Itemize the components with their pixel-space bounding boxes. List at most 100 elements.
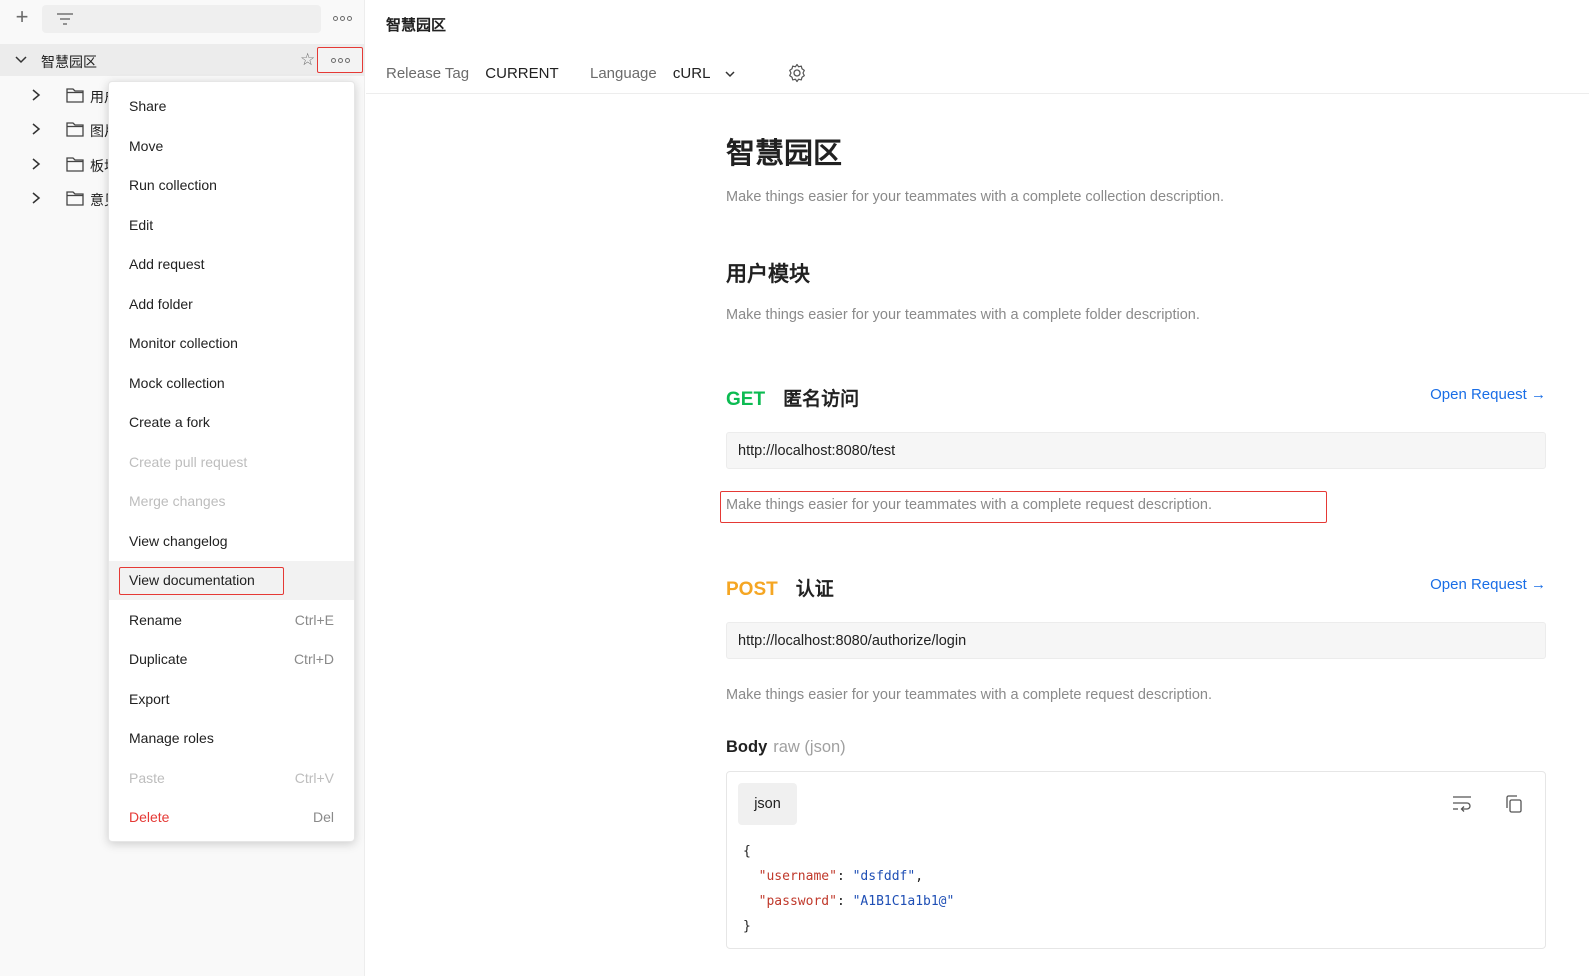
menu-item-paste: Paste Ctrl+V [109,759,354,798]
menu-item-shortcut: Ctrl+E [294,611,334,628]
menu-item-label: Delete [129,809,170,825]
menu-item-label: Monitor collection [129,335,238,351]
star-icon[interactable]: ☆ [300,51,315,68]
wrap-lines-icon[interactable] [1452,794,1472,812]
menu-item-label: Create a fork [129,414,210,430]
menu-item-mock-collection[interactable]: Mock collection [109,364,354,403]
folder-icon [66,88,84,103]
request-url-text: http://localhost:8080/test [738,443,896,459]
menu-item-rename[interactable]: Rename Ctrl+E [109,601,354,640]
code-content: { "username": "dsfddf", "password": "A1B… [743,844,955,934]
menu-item-manage-roles[interactable]: Manage roles [109,719,354,758]
context-menu: Share Move Run collection Edit Add request Ad… [108,81,355,842]
folder-name: 用户模块 [90,89,108,105]
gear-icon[interactable] [787,63,807,83]
doc-title: 智慧园区 [726,138,843,170]
menu-item-label: Run collection [129,177,217,193]
method-badge: POST [726,579,778,600]
language-value[interactable]: cURL [673,65,710,82]
filter-input[interactable] [42,5,321,33]
highlight-annotation [119,567,284,595]
menu-item-delete[interactable]: Delete Del [109,798,354,837]
menu-item-add-request[interactable]: Add request [109,245,354,284]
menu-item-add-folder[interactable]: Add folder [109,285,354,324]
request-heading: POST 认证 [726,574,834,601]
release-tag-label: Release Tag [386,65,470,82]
sidebar-more-icon[interactable] [329,10,355,26]
menu-item-label: Merge changes [129,493,226,509]
menu-item-label: Rename [129,611,182,628]
sidebar-folder-row[interactable]: 意见 [0,182,110,214]
sidebar-folder-row[interactable]: 板块 [0,148,110,180]
menu-item-label: Move [129,137,164,154]
menu-item-move[interactable]: Move [109,127,354,166]
request-heading: GET 匿名访问 [726,384,859,411]
menu-item-label: Paste [129,769,165,786]
request-name: 匿名访问 [783,389,860,410]
menu-item-label: Add request [129,256,205,272]
chevron-right-icon[interactable] [30,89,42,101]
menu-item-label: Mock collection [129,374,225,391]
request-url: http://localhost:8080/authorize/login [726,622,1546,659]
collection-row[interactable]: 智慧园区 ☆ [0,44,365,76]
chevron-down-icon[interactable] [14,53,28,67]
body-title: Body [726,738,768,756]
main-panel: 智慧园区 Release Tag CURRENT Language cURL 智… [366,0,1589,976]
highlight-annotation [720,491,1327,523]
sidebar-folder-row[interactable]: 用户模块 [0,79,110,111]
open-request-link[interactable]: Open Request → [1430,576,1546,593]
folder-icon [66,191,84,206]
page-title: 智慧园区 [386,17,447,34]
menu-item-run-collection[interactable]: Run collection [109,166,354,205]
folder-name: 图片 [90,123,108,139]
menu-item-create-pull-request: Create pull request [109,443,354,482]
json-tab[interactable]: json [738,783,797,825]
request-url: http://localhost:8080/test [726,432,1546,469]
copy-icon[interactable] [1504,794,1524,814]
menu-item-duplicate[interactable]: Duplicate Ctrl+D [109,640,354,679]
menu-item-label: Export [129,690,170,707]
menu-item-create-a-fork[interactable]: Create a fork [109,403,354,442]
chevron-down-icon[interactable] [724,68,736,80]
menu-item-edit[interactable]: Edit [109,206,354,245]
code-block: json { "username": "dsfddf", "password":… [726,771,1546,949]
menu-item-label: View changelog [129,532,228,549]
chevron-right-icon[interactable] [30,123,42,135]
open-request-link[interactable]: Open Request → [1430,386,1546,403]
release-tag[interactable]: Release Tag CURRENT [386,65,559,82]
sidebar-toolbar: + [0,0,365,38]
collection-description[interactable]: Make things easier for your teammates wi… [726,189,1224,205]
folder-icon [66,157,84,172]
menu-item-label: Add folder [129,295,193,312]
sidebar-folder-row[interactable]: 图片 [0,113,110,145]
menu-item-shortcut: Del [312,809,334,825]
menu-item-label: Edit [129,216,154,233]
folder-name: 意见 [90,192,108,208]
chevron-right-icon[interactable] [30,192,42,204]
method-badge: GET [726,389,766,410]
menu-item-monitor-collection[interactable]: Monitor collection [109,324,354,363]
menu-item-label: Share [129,98,167,114]
menu-item-label: Duplicate [129,651,188,667]
menu-item-view-changelog[interactable]: View changelog [109,522,354,561]
folder-name: 板块 [90,158,108,174]
menu-item-shortcut: Ctrl+D [293,651,334,667]
language-selector[interactable]: Language cURL [590,65,736,82]
body-type: raw (json) [773,738,846,756]
menu-item-export[interactable]: Export [109,680,354,719]
menu-item-label: Manage roles [129,730,214,746]
menu-item-merge-changes: Merge changes [109,482,354,521]
release-tag-value[interactable]: CURRENT [485,65,558,82]
menu-item-view-documentation[interactable]: View documentation [109,561,354,600]
folder-icon [66,122,84,137]
folder-description[interactable]: Make things easier for your teammates wi… [726,307,1200,323]
folder-title: 用户模块 [726,263,810,286]
collection-name: 智慧园区 [41,54,97,70]
menu-item-shortcut: Ctrl+V [294,769,334,786]
menu-item-share[interactable]: Share [109,87,354,126]
request-description[interactable]: Make things easier for your teammates wi… [726,687,1212,703]
chevron-right-icon[interactable] [30,158,42,170]
collection-more-button[interactable] [317,47,363,73]
menu-item-label: Create pull request [129,453,248,470]
add-icon[interactable]: + [10,6,34,30]
